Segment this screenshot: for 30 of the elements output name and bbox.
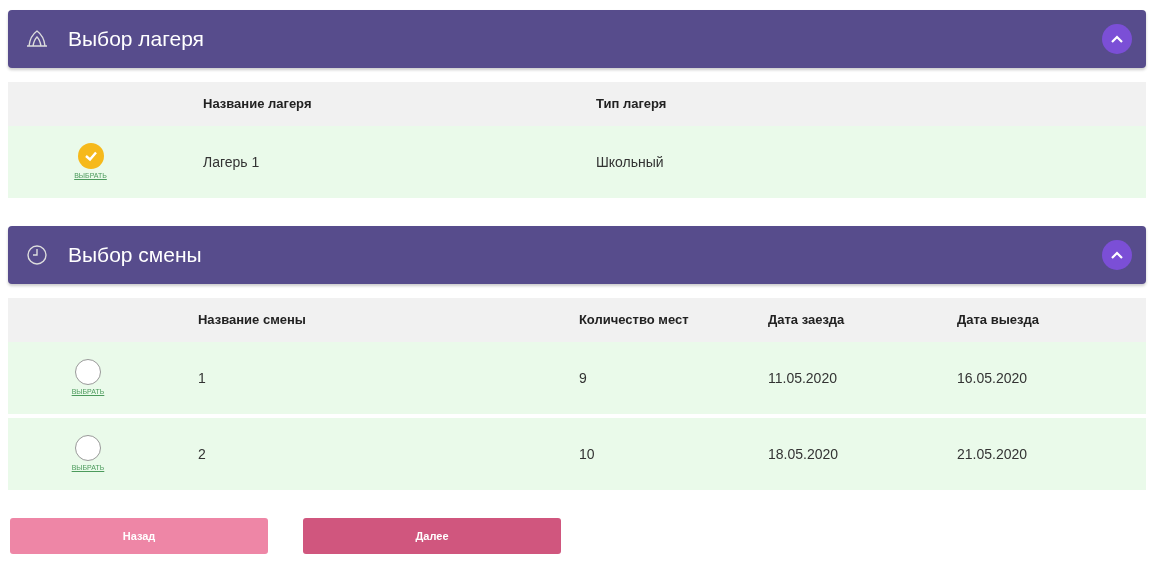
tent-icon — [26, 28, 48, 50]
column-header: Тип лагеря — [596, 95, 668, 114]
radio-button[interactable] — [77, 142, 104, 169]
column-header: Дата заезда — [767, 311, 846, 330]
table-cell-text: 1 — [197, 368, 207, 388]
section-title: Выбор лагеря — [68, 26, 204, 53]
table-cell-text: 18.05.2020 — [767, 444, 840, 464]
radio-button[interactable] — [74, 434, 101, 461]
radio-button[interactable] — [74, 358, 101, 385]
column-header: Дата выезда — [957, 311, 1040, 330]
check-icon — [83, 149, 98, 162]
column-header: Количество мест — [578, 311, 690, 330]
column-header: Название смены — [197, 311, 307, 330]
table-cell-text: 16.05.2020 — [957, 368, 1029, 388]
table-cell-text: 11.05.2020 — [767, 368, 838, 388]
next-button[interactable]: Далее — [303, 518, 561, 554]
chevron-up-icon — [1110, 250, 1124, 260]
chevron-up-icon — [1110, 34, 1124, 44]
collapse-button[interactable] — [1102, 24, 1132, 54]
section-title: Выбор смены — [68, 242, 202, 269]
table-cell-text: 10 — [578, 444, 596, 464]
table-cell-text: 2 — [197, 444, 207, 464]
clock-icon — [26, 244, 48, 266]
back-button[interactable]: Назад — [10, 518, 268, 554]
table-cell-text: Школьный — [596, 152, 665, 172]
table-cell-text: Лагерь 1 — [203, 152, 261, 172]
collapse-button[interactable] — [1102, 240, 1132, 270]
table-cell-text: 21.05.2020 — [957, 444, 1029, 464]
column-header: Название лагеря — [203, 95, 313, 114]
table-cell-text: 9 — [578, 368, 588, 388]
